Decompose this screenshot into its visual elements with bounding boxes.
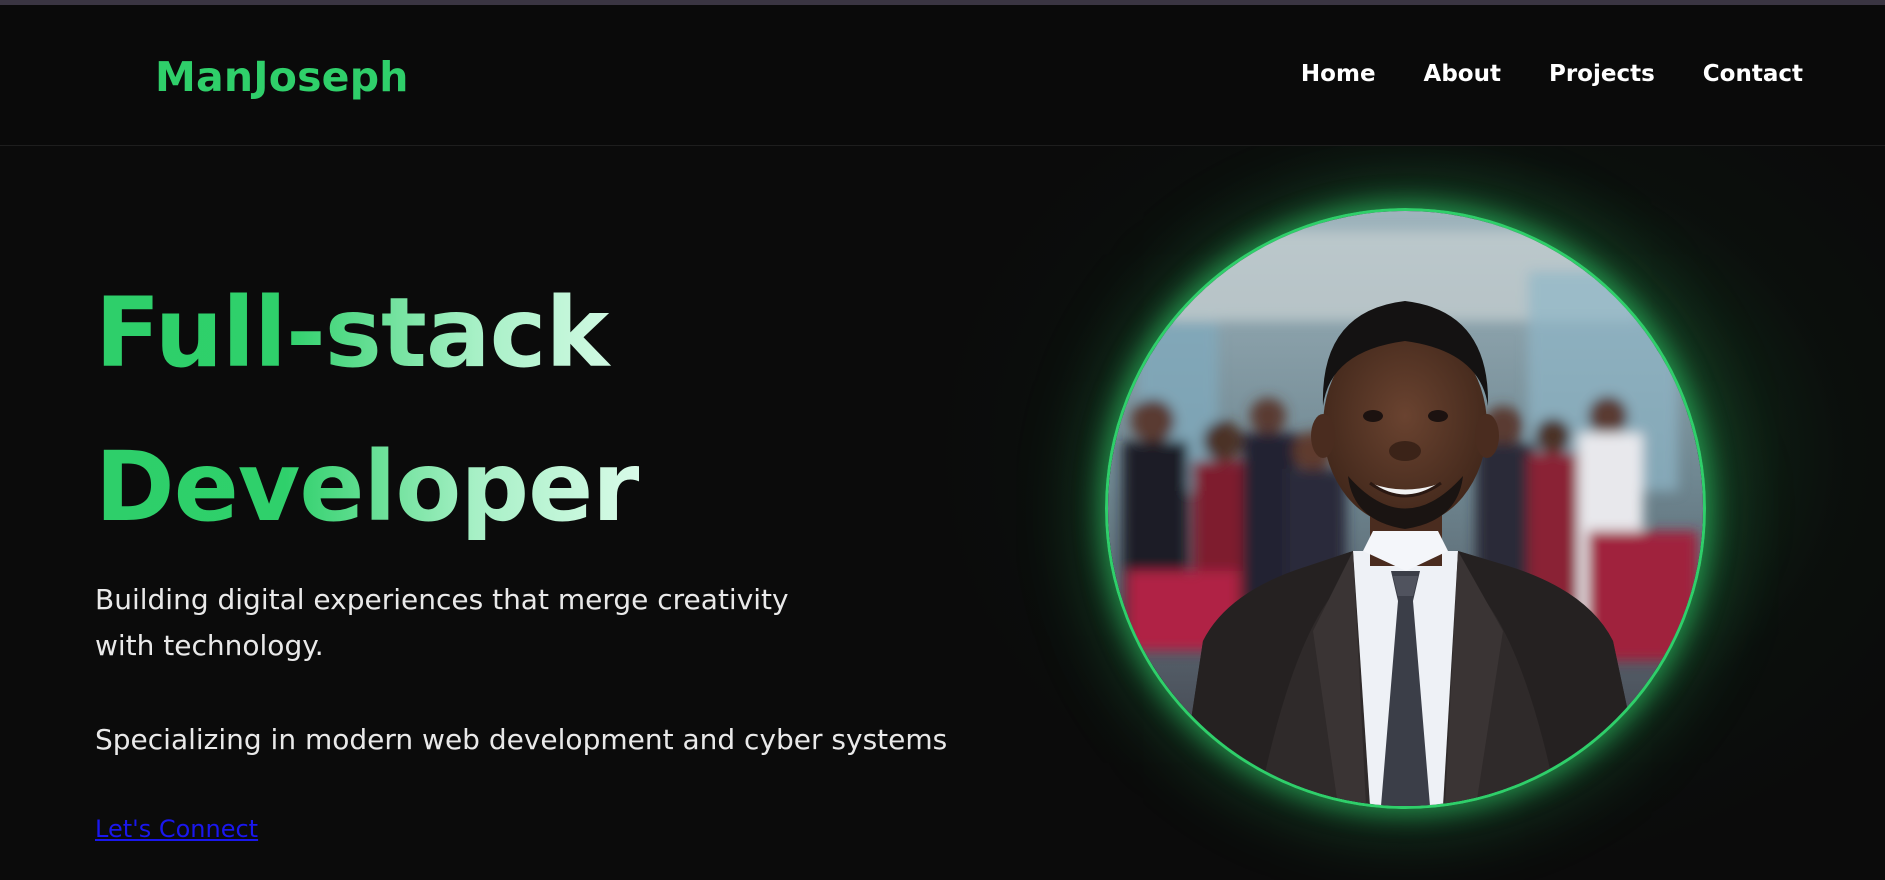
hero-title-line-2: Developer bbox=[95, 431, 639, 543]
hero-section: Full-stack Developer Building digital ex… bbox=[0, 146, 1885, 880]
nav-link-about[interactable]: About bbox=[1424, 61, 1501, 87]
hero-title: Full-stack Developer bbox=[95, 256, 639, 564]
profile-photo-illustration bbox=[1108, 211, 1703, 806]
nav-link-home[interactable]: Home bbox=[1301, 61, 1376, 87]
lets-connect-link[interactable]: Let's Connect bbox=[95, 815, 258, 843]
hero-title-line-1: Full-stack bbox=[95, 277, 609, 389]
hero-description: Building digital experiences that merge … bbox=[95, 583, 789, 662]
nav-menu: Home About Projects Contact bbox=[1301, 61, 1803, 87]
brand-logo[interactable]: ManJoseph bbox=[155, 53, 409, 101]
hero-specialization: Specializing in modern web development a… bbox=[95, 723, 948, 756]
nav-link-projects[interactable]: Projects bbox=[1549, 61, 1655, 87]
nav-link-contact[interactable]: Contact bbox=[1703, 61, 1803, 87]
navbar: ManJoseph Home About Projects Contact bbox=[0, 5, 1885, 146]
profile-photo bbox=[1105, 208, 1706, 809]
